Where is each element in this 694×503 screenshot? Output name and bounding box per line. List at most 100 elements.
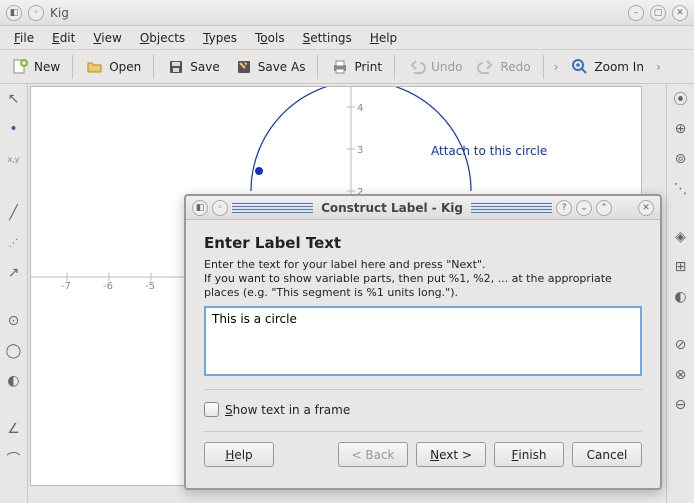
separator xyxy=(317,55,318,79)
svg-text:-6: -6 xyxy=(103,281,113,292)
print-button[interactable]: Print xyxy=(324,53,388,81)
undo-button[interactable]: Undo xyxy=(401,53,468,81)
menu-edit[interactable]: Edit xyxy=(44,28,83,48)
separator xyxy=(204,389,642,390)
save-icon xyxy=(166,57,186,77)
dialog-titlebar[interactable]: ◧ ◦ Construct Label - Kig ? ⌄ ⌃ ✕ xyxy=(186,196,660,220)
frame-checkbox[interactable] xyxy=(204,402,219,417)
label-text-input[interactable] xyxy=(204,306,642,376)
finish-button[interactable]: Finish xyxy=(494,442,564,467)
dialog-title: Construct Label - Kig xyxy=(317,201,467,215)
zoomin-button[interactable]: Zoom In xyxy=(564,53,650,81)
y-axis-ticks: 2 3 4 xyxy=(357,103,363,198)
dialog-close-icon[interactable]: ✕ xyxy=(638,200,654,216)
titlebar-stripes xyxy=(471,203,552,213)
menu-settings[interactable]: Settings xyxy=(295,28,360,48)
menu-file[interactable]: File xyxy=(6,28,42,48)
save-label: Save xyxy=(190,60,219,74)
right-tool-3-icon[interactable]: ⊚ xyxy=(670,148,692,170)
dialog-heading: Enter Label Text xyxy=(204,234,642,252)
conic-tool-icon[interactable]: ◐ xyxy=(3,370,25,392)
next-button[interactable]: Next > xyxy=(416,442,486,467)
open-button[interactable]: Open xyxy=(79,53,147,81)
construct-label-dialog: ◧ ◦ Construct Label - Kig ? ⌄ ⌃ ✕ Enter … xyxy=(184,194,662,490)
canvas-annotation: Attach to this circle xyxy=(431,144,547,158)
separator xyxy=(543,55,544,79)
right-tool-2-icon[interactable]: ⊕ xyxy=(670,118,692,140)
separator xyxy=(72,55,73,79)
separator xyxy=(153,55,154,79)
left-toolbox: ↖ • x,y ╱ ⋰ ↗ ⊙ ◯ ◐ ∠ ⌒ xyxy=(0,84,28,503)
redo-label: Redo xyxy=(500,60,530,74)
toolbar: New Open Save Save As Print Undo Redo › … xyxy=(0,50,694,84)
separator xyxy=(204,431,642,432)
app-menu-icon[interactable]: ◧ xyxy=(6,5,22,21)
print-label: Print xyxy=(354,60,382,74)
right-tool-8-icon[interactable]: ⊘ xyxy=(670,334,692,356)
segment-dots-tool-icon[interactable]: ⋰ xyxy=(3,232,25,254)
dialog-max-icon[interactable]: ⌃ xyxy=(596,200,612,216)
circle-center-tool-icon[interactable]: ⊙ xyxy=(3,310,25,332)
right-toolbox: ⦿ ⊕ ⊚ ⋱ ◈ ⊞ ◐ ⊘ ⊗ ⊖ xyxy=(666,84,694,503)
redo-icon xyxy=(476,57,496,77)
redo-button[interactable]: Redo xyxy=(470,53,536,81)
new-label: New xyxy=(34,60,60,74)
right-tool-7-icon[interactable]: ◐ xyxy=(670,286,692,308)
right-tool-9-icon[interactable]: ⊗ xyxy=(670,364,692,386)
circle-3pts-tool-icon[interactable]: ◯ xyxy=(3,340,25,362)
xy-tool-icon[interactable]: x,y xyxy=(3,148,25,170)
new-button[interactable]: New xyxy=(4,53,66,81)
menu-types[interactable]: Types xyxy=(195,28,245,48)
zoomin-icon xyxy=(570,57,590,77)
right-tool-5-icon[interactable]: ◈ xyxy=(670,226,692,248)
undo-label: Undo xyxy=(431,60,462,74)
open-label: Open xyxy=(109,60,141,74)
segment-tool-icon[interactable]: ↗ xyxy=(3,262,25,284)
dialog-app-icon[interactable]: ◧ xyxy=(192,200,208,216)
circle-point xyxy=(255,167,263,175)
saveas-label: Save As xyxy=(258,60,306,74)
pointer-tool-icon[interactable]: ↖ xyxy=(3,88,25,110)
window-titlebar: ◧ ◦ Kig – ▢ ✕ xyxy=(0,0,694,26)
cancel-button[interactable]: Cancel xyxy=(572,442,642,467)
close-icon[interactable]: ✕ xyxy=(672,5,688,21)
svg-text:4: 4 xyxy=(357,103,363,114)
right-tool-1-icon[interactable]: ⦿ xyxy=(670,88,692,110)
menu-tools[interactable]: Tools xyxy=(247,28,293,48)
new-icon xyxy=(10,57,30,77)
zoomin-label: Zoom In xyxy=(594,60,644,74)
pin-icon[interactable]: ◦ xyxy=(28,5,44,21)
svg-text:3: 3 xyxy=(357,145,363,156)
dialog-description: Enter the text for your label here and p… xyxy=(204,258,642,300)
svg-text:-7: -7 xyxy=(61,281,71,292)
window-title: Kig xyxy=(50,6,622,20)
saveas-icon xyxy=(234,57,254,77)
print-icon xyxy=(330,57,350,77)
dialog-min-icon[interactable]: ⌄ xyxy=(576,200,592,216)
right-tool-4-icon[interactable]: ⋱ xyxy=(670,178,692,200)
back-button[interactable]: < Back xyxy=(338,442,408,467)
chevron-right-icon[interactable]: › xyxy=(550,60,563,74)
arc-tool-icon[interactable]: ⌒ xyxy=(3,448,25,470)
minimize-icon[interactable]: – xyxy=(628,5,644,21)
right-tool-6-icon[interactable]: ⊞ xyxy=(670,256,692,278)
separator xyxy=(394,55,395,79)
frame-checkbox-label: Show text in a frame xyxy=(225,403,350,417)
dialog-pin-icon[interactable]: ◦ xyxy=(212,200,228,216)
maximize-icon[interactable]: ▢ xyxy=(650,5,666,21)
chevron-right-icon[interactable]: › xyxy=(652,60,665,74)
help-button[interactable]: Help xyxy=(204,442,274,467)
saveas-button[interactable]: Save As xyxy=(228,53,312,81)
dialog-help-icon[interactable]: ? xyxy=(556,200,572,216)
titlebar-stripes xyxy=(232,203,313,213)
angle-tool-icon[interactable]: ∠ xyxy=(3,418,25,440)
save-button[interactable]: Save xyxy=(160,53,225,81)
svg-text:-5: -5 xyxy=(145,281,155,292)
point-tool-icon[interactable]: • xyxy=(3,118,25,140)
line-tool-icon[interactable]: ╱ xyxy=(3,202,25,224)
undo-icon xyxy=(407,57,427,77)
menu-help[interactable]: Help xyxy=(362,28,405,48)
menu-view[interactable]: View xyxy=(85,28,129,48)
right-tool-10-icon[interactable]: ⊖ xyxy=(670,394,692,416)
menu-objects[interactable]: Objects xyxy=(132,28,193,48)
